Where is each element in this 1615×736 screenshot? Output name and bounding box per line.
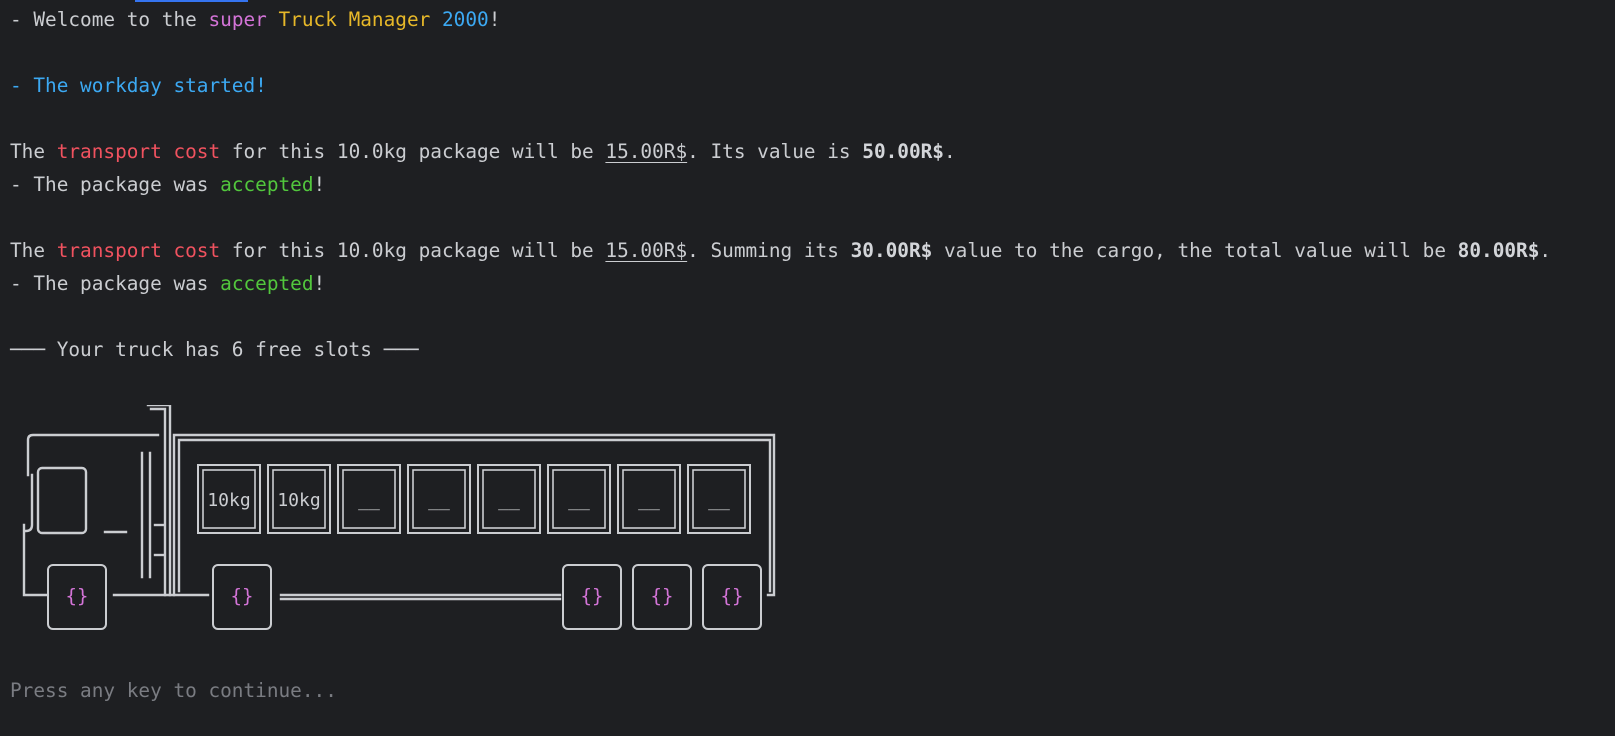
cargo-slot-label: __ xyxy=(708,490,730,511)
wheel: {} xyxy=(632,564,692,630)
transport-cost-line-1: The transport cost for this 10.0kg packa… xyxy=(10,140,956,163)
wheel-label: {} xyxy=(231,585,254,607)
cargo-slot-label: 10kg xyxy=(207,490,250,511)
accepted-line-1: - The package was accepted! xyxy=(10,173,326,196)
wheel-label: {} xyxy=(66,585,89,607)
cargo-slot-label: __ xyxy=(638,490,660,511)
cargo-slot: __ xyxy=(337,464,401,534)
wheel-label: {} xyxy=(651,585,674,607)
cargo-slot-label: __ xyxy=(358,490,380,511)
terminal-output: - Welcome to the super Truck Manager 200… xyxy=(10,3,1610,366)
cargo-slot: __ xyxy=(547,464,611,534)
welcome-line: - Welcome to the super Truck Manager 200… xyxy=(10,8,501,31)
exhaust-pipe xyxy=(146,405,172,597)
wheel: {} xyxy=(702,564,762,630)
cargo-slots: 10kg 10kg __ __ __ __ __ __ xyxy=(197,464,751,534)
wheel-label: {} xyxy=(581,585,604,607)
cargo-slot-label: __ xyxy=(428,490,450,511)
cargo-slot: __ xyxy=(477,464,541,534)
workday-line: - The workday started! xyxy=(10,74,267,97)
active-tab-indicator xyxy=(135,0,248,2)
cab-front xyxy=(22,523,50,597)
wheel: {} xyxy=(562,564,622,630)
cargo-slot-label: __ xyxy=(498,490,520,511)
cargo-slot: __ xyxy=(407,464,471,534)
continue-prompt: Press any key to continue... xyxy=(10,679,337,702)
cargo-slot: __ xyxy=(617,464,681,534)
cargo-slot-label: 10kg xyxy=(277,490,320,511)
cargo-slot: 10kg xyxy=(267,464,331,534)
wheel-label: {} xyxy=(721,585,744,607)
accepted-line-2: - The package was accepted! xyxy=(10,272,326,295)
transport-cost-line-2: The transport cost for this 10.0kg packa… xyxy=(10,239,1552,262)
cargo-slot: __ xyxy=(687,464,751,534)
wheel: {} xyxy=(47,564,107,630)
cargo-slot: 10kg xyxy=(197,464,261,534)
cargo-slot-label: __ xyxy=(568,490,590,511)
truck-ascii-art: 10kg 10kg __ __ __ __ __ __ {} {} {} {} {} xyxy=(22,405,776,630)
cab-window xyxy=(36,466,88,535)
free-slots-header: ─── Your truck has 6 free slots ─── xyxy=(10,338,419,361)
wheels: {} {} {} {} {} xyxy=(47,564,762,630)
wheel: {} xyxy=(212,564,272,630)
